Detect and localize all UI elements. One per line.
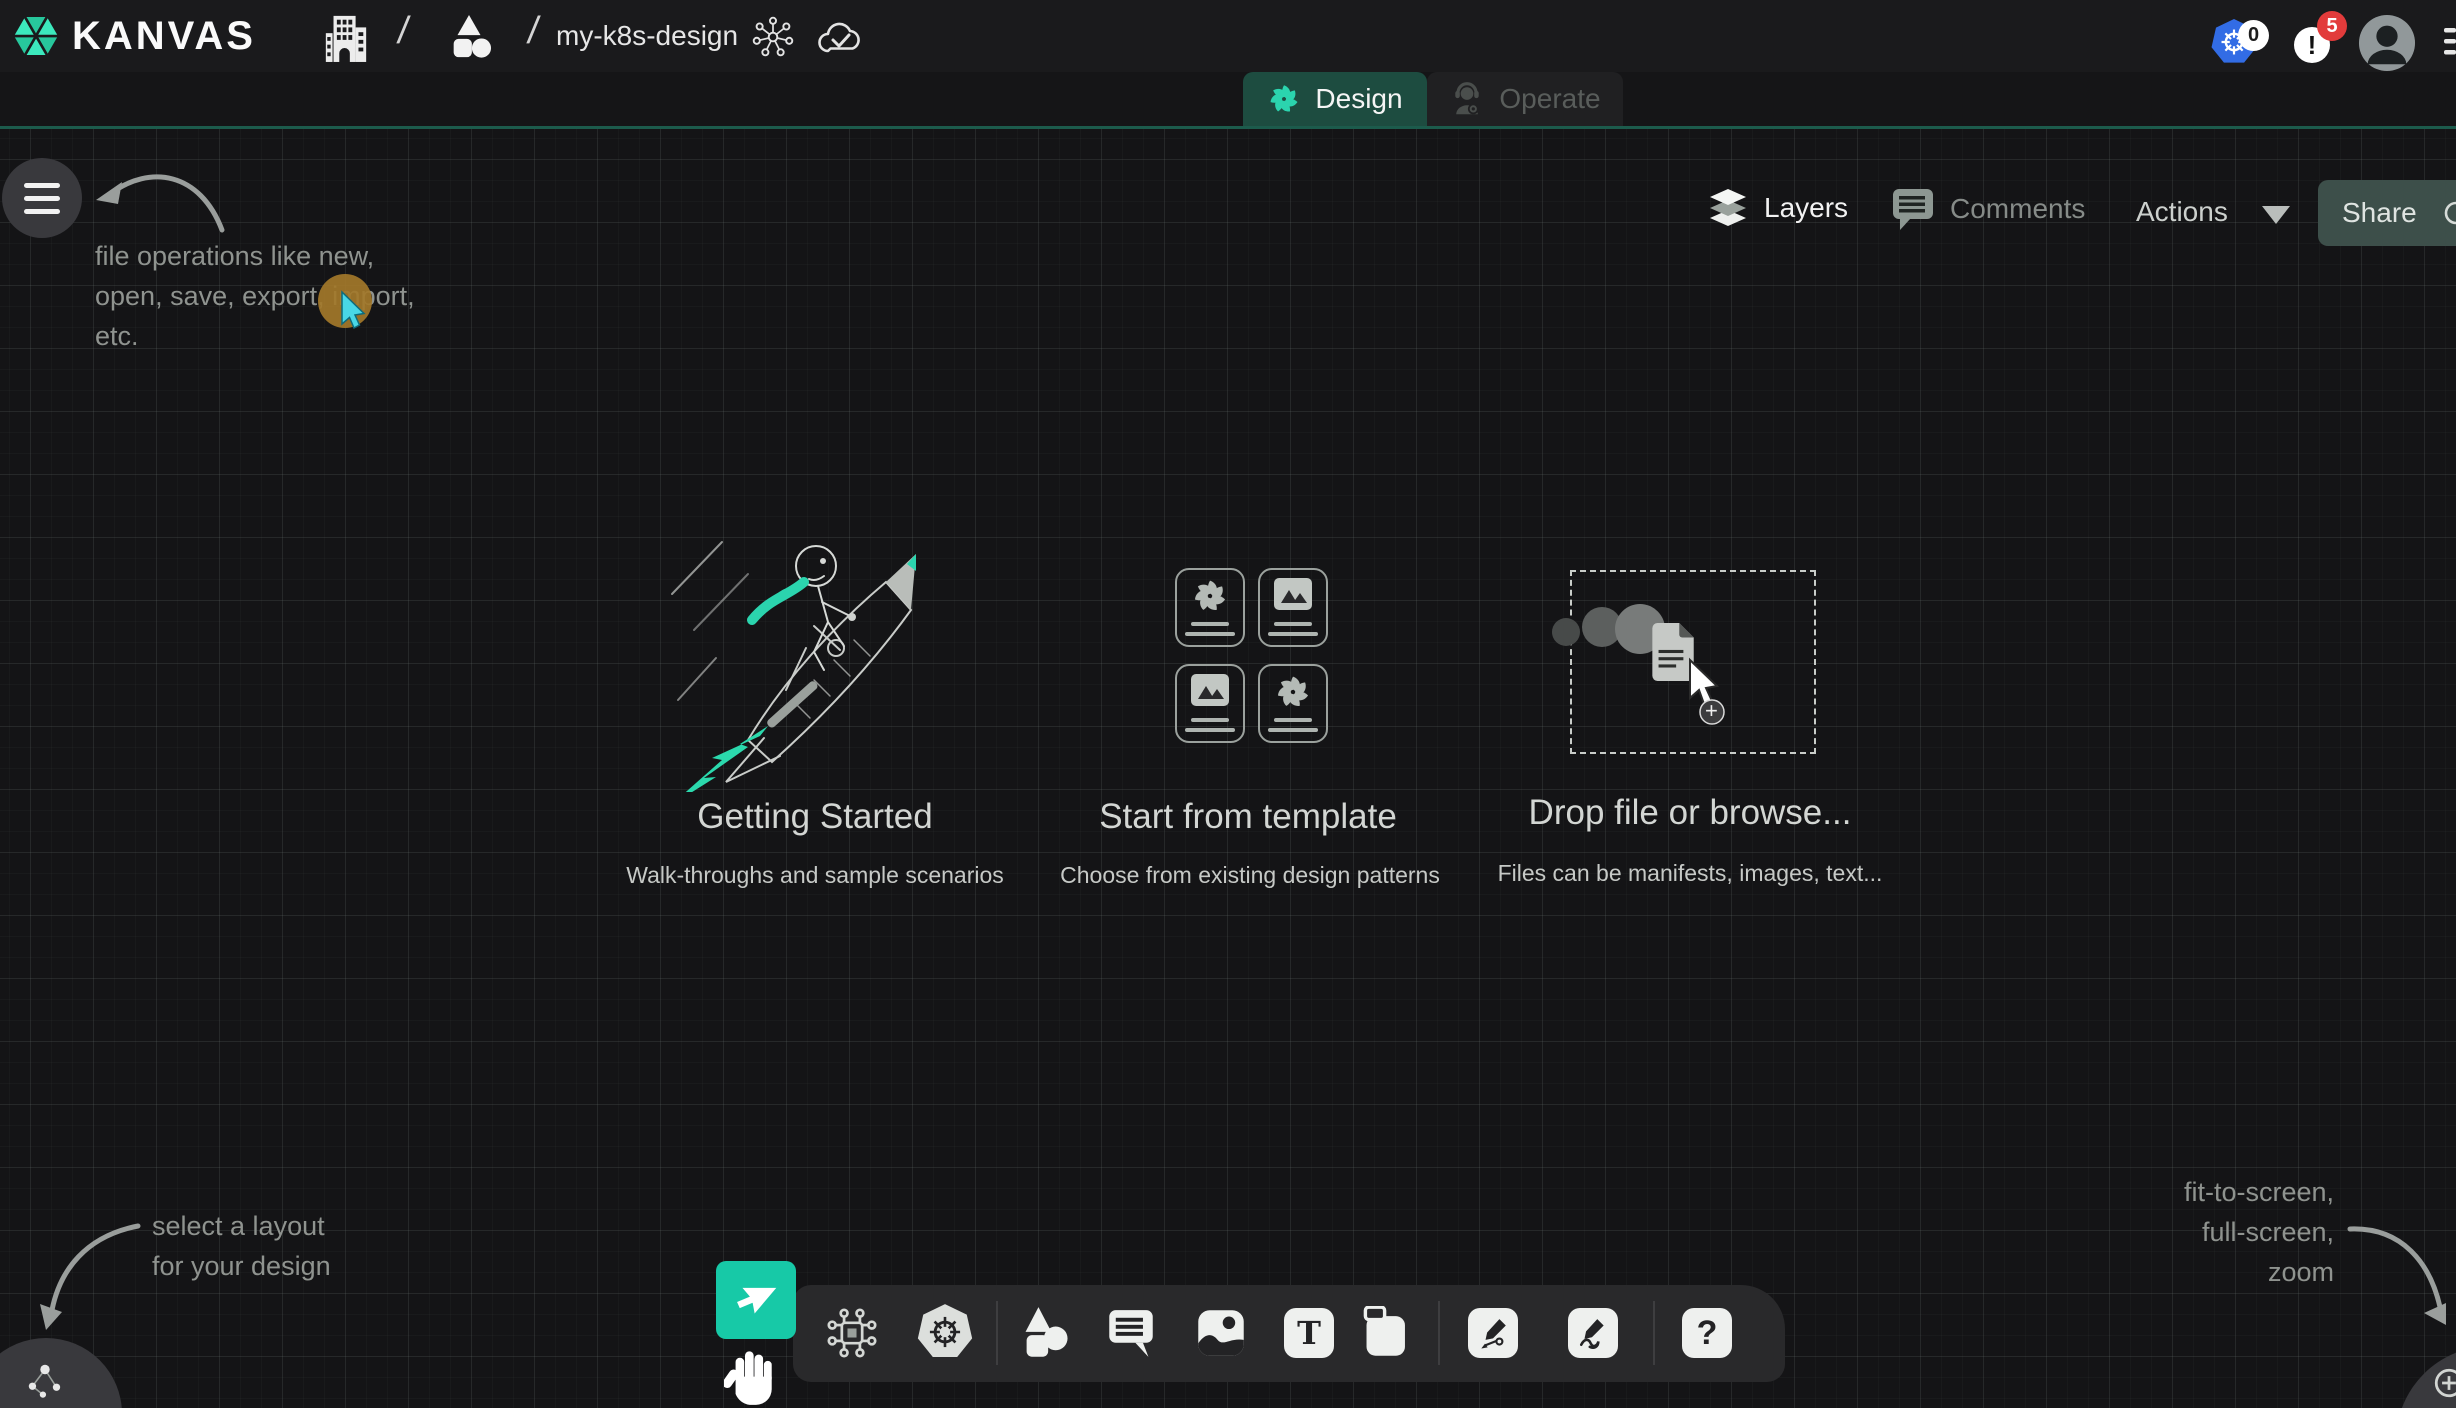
plus-glyph: + (1705, 698, 1718, 724)
pinwheel-icon (1274, 673, 1312, 711)
kanvas-app: KANVAS / / my-k8s-design (0, 0, 2456, 1408)
top-bar: KANVAS / / my-k8s-design (0, 0, 2456, 72)
pencil-tool[interactable] (1568, 1308, 1618, 1358)
design-name[interactable]: my-k8s-design (556, 20, 738, 52)
alert-count-badge: 5 (2317, 11, 2347, 41)
layers-label: Layers (1764, 192, 1848, 224)
annotation-arrow-zoom (2330, 1215, 2456, 1330)
share-label: Share (2342, 197, 2417, 229)
rocket-illustration[interactable] (664, 530, 964, 792)
drop-subtitle: Files can be manifests, images, text... (1480, 860, 1900, 887)
getting-started-title[interactable]: Getting Started (615, 797, 1015, 837)
comment-tool-icon (1107, 1308, 1155, 1358)
template-title[interactable]: Start from template (1048, 797, 1448, 837)
tab-operate[interactable]: Operate (1427, 72, 1623, 126)
brand-title: KANVAS (72, 14, 256, 59)
layers-icon (1706, 186, 1750, 230)
layers-button[interactable]: Layers (1706, 186, 1848, 230)
caret-down-icon[interactable] (2262, 206, 2290, 224)
select-cursor-icon (733, 1277, 779, 1323)
tab-design-label: Design (1315, 83, 1402, 115)
image-icon (1190, 673, 1230, 707)
kanvas-logo-icon[interactable] (10, 10, 62, 62)
pinwheel-icon (1191, 577, 1229, 615)
help-tool[interactable]: ? (1682, 1308, 1732, 1358)
pen-tool-icon (1477, 1317, 1509, 1349)
image-tool[interactable] (1196, 1308, 1246, 1358)
drop-title[interactable]: Drop file or browse... (1490, 793, 1890, 833)
accent-divider (0, 126, 2456, 129)
pan-hand-icon[interactable] (724, 1342, 788, 1408)
tab-operate-label: Operate (1499, 83, 1600, 115)
shapes-icon[interactable] (444, 14, 494, 60)
template-subtitle: Choose from existing design patterns (1040, 862, 1460, 889)
component-tool[interactable] (826, 1307, 878, 1359)
operate-icon (1449, 81, 1485, 117)
hamburger-icon (24, 183, 60, 188)
template-card-design[interactable] (1175, 568, 1245, 647)
comments-label: Comments (1950, 193, 2085, 225)
menu-button[interactable] (2, 158, 82, 238)
edge-menu-icon[interactable] (2444, 26, 2456, 60)
kubernetes-icon (916, 1303, 974, 1361)
comments-icon (1890, 186, 1936, 232)
annotation-arrow-layout (20, 1212, 160, 1342)
text-tool-glyph: T (1297, 1314, 1321, 1352)
kubernetes-count-badge: 0 (2238, 20, 2269, 51)
kubernetes-tool[interactable] (916, 1303, 974, 1361)
layout-icon[interactable] (22, 1358, 68, 1404)
actions-button[interactable]: Actions (2136, 196, 2228, 228)
avatar[interactable] (2358, 14, 2416, 72)
shapes-tool[interactable] (1020, 1305, 1072, 1361)
template-card-image[interactable] (1175, 664, 1245, 743)
click-highlight-cursor (314, 270, 386, 342)
cloud-connected-icon[interactable] (814, 18, 866, 58)
zoom-in-icon[interactable] (2432, 1366, 2456, 1400)
share-partial-icon (2438, 198, 2456, 228)
image-icon (1273, 577, 1313, 611)
organization-icon[interactable] (322, 12, 370, 62)
template-card-design[interactable] (1258, 664, 1328, 743)
note-tool-icon (1363, 1306, 1413, 1358)
pen-tool[interactable] (1468, 1308, 1518, 1358)
text-tool[interactable]: T (1284, 1308, 1334, 1358)
image-tool-icon (1196, 1308, 1246, 1358)
mesh-sync-icon[interactable] (752, 16, 794, 58)
template-card-image[interactable] (1258, 568, 1328, 647)
component-icon (826, 1307, 878, 1359)
select-tool-button[interactable] (716, 1261, 796, 1339)
alert-glyph: ! (2308, 30, 2317, 61)
help-tool-glyph: ? (1697, 1314, 1718, 1353)
breadcrumb-separator: / (525, 10, 542, 53)
shapes-tool-icon (1020, 1305, 1072, 1361)
design-pinwheel-icon (1267, 82, 1301, 116)
getting-started-subtitle: Walk-throughs and sample scenarios (605, 862, 1025, 889)
comment-tool[interactable] (1107, 1308, 1155, 1358)
comments-button[interactable]: Comments (1890, 186, 2085, 232)
annotation-zoom: fit-to-screen, full-screen, zoom (2014, 1172, 2334, 1292)
annotation-layout: select a layout for your design (152, 1206, 331, 1286)
tab-design[interactable]: Design (1243, 72, 1427, 126)
share-button[interactable]: Share (2318, 180, 2456, 246)
annotation-arrow-menu (88, 148, 258, 248)
pencil-tool-icon (1577, 1317, 1609, 1349)
note-tool[interactable] (1363, 1306, 1413, 1358)
breadcrumb-separator: / (395, 10, 412, 53)
